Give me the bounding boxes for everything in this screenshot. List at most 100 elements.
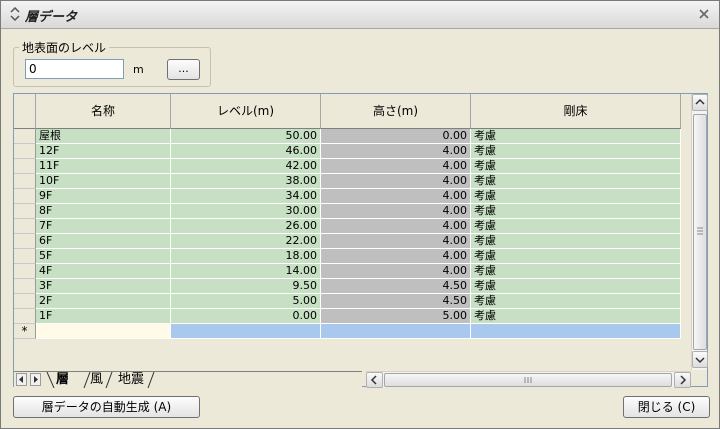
row-header[interactable] [14,159,36,174]
cell-height[interactable]: 4.50 [321,294,471,309]
cell-height[interactable]: 0.00 [321,129,471,144]
tab-layer[interactable]: 層 [56,372,69,388]
cell-height[interactable]: 4.00 [321,204,471,219]
cell-level[interactable]: 5.00 [171,294,321,309]
cell-height[interactable]: 5.00 [321,309,471,324]
cell-height[interactable]: 4.00 [321,189,471,204]
cell-height[interactable]: 4.00 [321,144,471,159]
row-header[interactable] [14,294,36,309]
cell-name[interactable]: 11F [36,159,171,174]
column-header-rigid-floor[interactable]: 剛床 [471,94,681,129]
vertical-scroll-thumb[interactable] [693,114,707,350]
close-button[interactable]: 閉じる (C) [623,396,710,418]
cell-level[interactable]: 38.00 [171,174,321,189]
tab-prev-button[interactable] [16,373,27,386]
row-header[interactable] [14,189,36,204]
cell-level[interactable]: 26.00 [171,219,321,234]
cell-name[interactable]: 6F [36,234,171,249]
cell-name[interactable]: 10F [36,174,171,189]
cell-level[interactable]: 46.00 [171,144,321,159]
cell-height[interactable]: 4.00 [321,174,471,189]
cell-level[interactable]: 50.00 [171,129,321,144]
row-header[interactable] [14,174,36,189]
new-row-marker[interactable]: * [14,324,36,339]
cell-name[interactable]: 7F [36,219,171,234]
row-header[interactable] [14,264,36,279]
new-row-height-cell[interactable] [321,324,471,339]
row-header[interactable] [14,129,36,144]
new-row-level-cell[interactable] [171,324,321,339]
scroll-up-button[interactable] [692,94,708,111]
cell-rigid-floor[interactable]: 考慮 [471,219,681,234]
title-bar: 層データ [1,1,719,29]
horizontal-scroll-thumb[interactable] [384,373,672,387]
chevron-up-icon [695,98,705,105]
cell-name[interactable]: 12F [36,144,171,159]
row-header[interactable] [14,279,36,294]
chevron-left-icon [370,375,377,385]
row-header[interactable] [14,204,36,219]
auto-generate-button[interactable]: 層データの自動生成 (A) [13,396,200,418]
cell-height[interactable]: 4.00 [321,159,471,174]
cell-name[interactable]: 1F [36,309,171,324]
cell-height[interactable]: 4.00 [321,249,471,264]
cell-name[interactable]: 8F [36,204,171,219]
tab-next-button[interactable] [30,373,41,386]
cell-name[interactable]: 2F [36,294,171,309]
collapse-chevron-icon[interactable] [9,7,21,21]
tab-earthquake[interactable]: 地震 [118,372,144,388]
ground-level-label: 地表面のレベル [19,39,110,56]
cell-level[interactable]: 9.50 [171,279,321,294]
column-header-name[interactable]: 名称 [36,94,171,129]
cell-rigid-floor[interactable]: 考慮 [471,234,681,249]
triangle-left-icon [19,376,23,383]
cell-rigid-floor[interactable]: 考慮 [471,144,681,159]
cell-level[interactable]: 30.00 [171,204,321,219]
row-header[interactable] [14,144,36,159]
cell-rigid-floor[interactable]: 考慮 [471,129,681,144]
corner-header [14,94,36,129]
scroll-right-button[interactable] [674,372,691,388]
cell-level[interactable]: 22.00 [171,234,321,249]
cell-rigid-floor[interactable]: 考慮 [471,159,681,174]
scroll-down-button[interactable] [692,351,708,368]
cell-height[interactable]: 4.50 [321,279,471,294]
row-header[interactable] [14,234,36,249]
cell-name[interactable]: 屋根 [36,129,171,144]
cell-name[interactable]: 3F [36,279,171,294]
cell-rigid-floor[interactable]: 考慮 [471,279,681,294]
cell-name[interactable]: 5F [36,249,171,264]
cell-rigid-floor[interactable]: 考慮 [471,189,681,204]
browse-button[interactable]: ... [167,59,200,80]
cell-rigid-floor[interactable]: 考慮 [471,264,681,279]
new-row-rigid-floor-cell[interactable] [471,324,681,339]
column-header-height[interactable]: 高さ(m) [321,94,471,129]
cell-level[interactable]: 0.00 [171,309,321,324]
vertical-scrollbar[interactable] [691,94,708,370]
cell-rigid-floor[interactable]: 考慮 [471,309,681,324]
new-row-name-cell[interactable] [36,324,171,339]
cell-rigid-floor[interactable]: 考慮 [471,174,681,189]
cell-name[interactable]: 9F [36,189,171,204]
cell-height[interactable]: 4.00 [321,219,471,234]
cell-name[interactable]: 4F [36,264,171,279]
cell-height[interactable]: 4.00 [321,234,471,249]
scroll-left-button[interactable] [366,372,383,388]
ground-level-input[interactable] [25,59,124,79]
cell-level[interactable]: 18.00 [171,249,321,264]
cell-level[interactable]: 14.00 [171,264,321,279]
tab-wind[interactable]: 風 [90,372,103,388]
horizontal-scrollbar[interactable] [366,371,691,388]
column-header-level[interactable]: レベル(m) [171,94,321,129]
row-header[interactable] [14,219,36,234]
row-header[interactable] [14,249,36,264]
close-icon[interactable] [697,7,711,21]
cell-height[interactable]: 4.00 [321,264,471,279]
cell-level[interactable]: 42.00 [171,159,321,174]
cell-rigid-floor[interactable]: 考慮 [471,204,681,219]
row-header[interactable] [14,309,36,324]
cell-level[interactable]: 34.00 [171,189,321,204]
chevron-right-icon [680,375,687,385]
cell-rigid-floor[interactable]: 考慮 [471,294,681,309]
cell-rigid-floor[interactable]: 考慮 [471,249,681,264]
